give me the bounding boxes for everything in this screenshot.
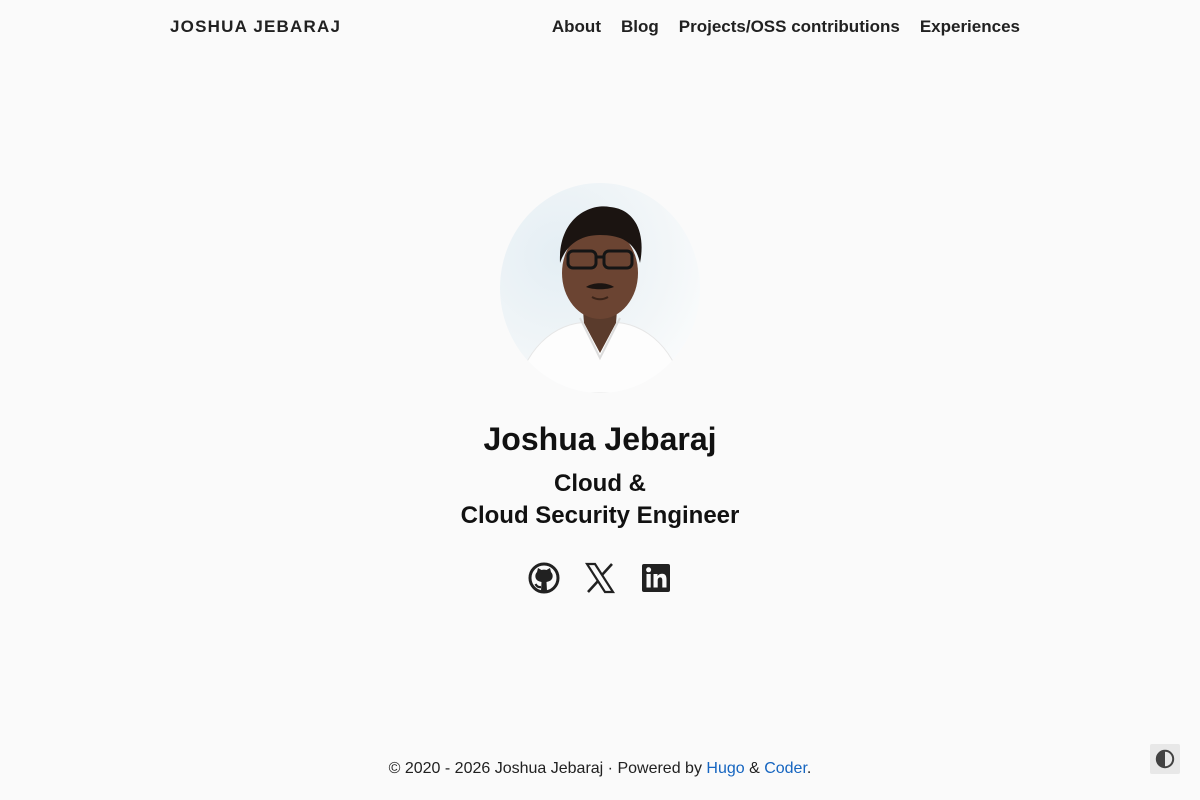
footer: © 2020 - 2026 Joshua Jebaraj · Powered b… <box>0 760 1200 778</box>
navbar: JOSHUA JEBARAJ About Blog Projects/OSS c… <box>0 0 1200 54</box>
theme-toggle-button[interactable] <box>1150 744 1180 774</box>
avatar <box>500 183 700 393</box>
footer-copyright: © 2020 - 2026 Joshua Jebaraj · Powered b… <box>388 760 707 777</box>
linkedin-link[interactable] <box>640 560 672 596</box>
nav-link-projects[interactable]: Projects/OSS contributions <box>679 17 900 37</box>
contrast-icon <box>1155 749 1175 769</box>
role-line-1: Cloud & <box>554 470 646 497</box>
avatar-portrait <box>514 206 686 393</box>
role-line-2: Cloud Security Engineer <box>460 502 740 529</box>
coder-link[interactable]: Coder <box>764 760 807 777</box>
social-links <box>0 560 1200 596</box>
hugo-link[interactable]: Hugo <box>706 760 744 777</box>
github-icon <box>528 562 560 594</box>
nav-link-about[interactable]: About <box>552 17 601 37</box>
nav-link-blog[interactable]: Blog <box>621 17 659 37</box>
footer-period: . <box>806 760 812 777</box>
x-icon <box>584 562 616 594</box>
nav-link-experiences[interactable]: Experiences <box>920 17 1020 37</box>
site-brand-link[interactable]: JOSHUA JEBARAJ <box>170 17 341 37</box>
profile-role: Cloud & Cloud Security Engineer <box>0 468 1200 532</box>
linkedin-icon <box>642 564 670 592</box>
x-link[interactable] <box>584 560 616 596</box>
github-link[interactable] <box>528 560 560 596</box>
nav-menu: About Blog Projects/OSS contributions Ex… <box>552 17 1020 37</box>
profile-name: Joshua Jebaraj <box>483 421 717 457</box>
footer-ampersand: & <box>744 760 765 777</box>
